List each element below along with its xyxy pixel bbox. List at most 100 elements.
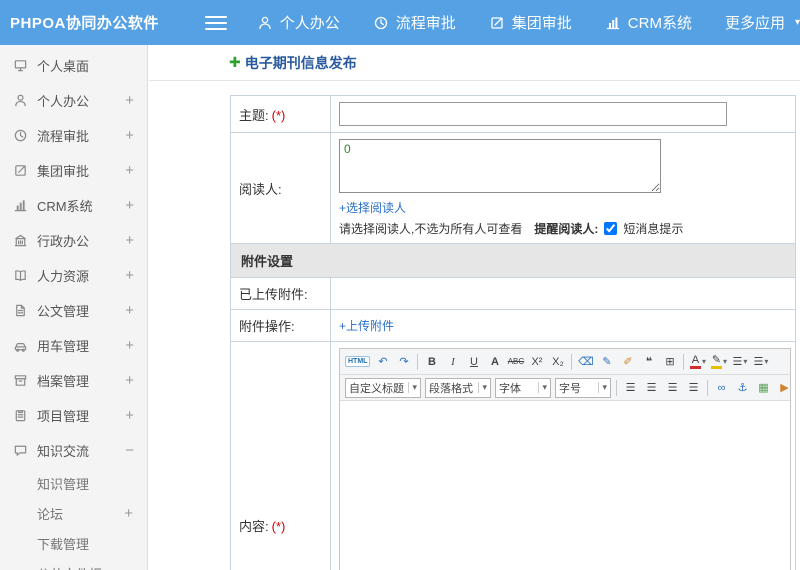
caret-down-icon: ▾ [478, 382, 487, 393]
insert-link-button[interactable]: ∞ [712, 378, 731, 397]
subscript-button[interactable]: X₂ [548, 352, 567, 371]
page-header: ✚ 电子期刊信息发布 [149, 45, 800, 81]
anchor-button[interactable]: ⚓ [733, 378, 752, 397]
align-center-button[interactable]: ☰ [642, 378, 661, 397]
attachment-op-label-cell: 附件操作: [230, 309, 331, 342]
insert-image-button[interactable]: ▦ [754, 378, 773, 397]
book-icon [13, 268, 28, 283]
readers-textarea[interactable]: 0 [339, 139, 661, 193]
expand-sign: + [125, 407, 134, 424]
nav-workflow-approval[interactable]: 流程审批 [373, 12, 456, 33]
content-label: 内容: [239, 518, 269, 534]
format-brush-button[interactable]: ✎ [597, 352, 616, 371]
font-style-button[interactable]: A [485, 352, 504, 371]
caret-down-icon: ▾ [701, 357, 706, 366]
html-source-button[interactable]: HTML [344, 352, 371, 371]
highlight-color-button[interactable]: ✎ ▾ [709, 352, 728, 371]
uploaded-attachments-cell [330, 277, 796, 310]
underline-button[interactable]: U [464, 352, 483, 371]
sms-notify-label: 短消息提示 [623, 222, 684, 236]
italic-button[interactable]: I [443, 352, 462, 371]
sidebar-item-personal-office[interactable]: 个人办公 + [0, 83, 147, 118]
content-editor-cell: HTML ↶ ↷ B I U A ABC X² X₂ ⌫ ✎ ✐ ❝ ⊞ A ▾… [330, 341, 796, 570]
sidebar-item-vehicle-management[interactable]: 用车管理 + [0, 328, 147, 363]
align-right-button[interactable]: ☰ [663, 378, 682, 397]
main-content: ✚ 电子期刊信息发布 主题: (*) 阅读人: 0 +选择阅读人 请选择阅读人,… [149, 45, 800, 570]
numbered-list-button[interactable]: ☰ ▾ [751, 352, 770, 371]
nav-label: 个人办公 [279, 15, 340, 32]
nav-label: 集团审批 [511, 15, 572, 32]
clipboard-icon [13, 408, 28, 423]
custom-style-select[interactable]: 自定义标题 ▾ [345, 377, 421, 398]
nav-more-apps[interactable]: 更多应用 ▾ [725, 12, 800, 33]
sidebar-item-knowledge-exchange[interactable]: 知识交流 − [0, 433, 147, 468]
subject-input[interactable] [339, 102, 727, 126]
app-logo[interactable]: PHPOA协同办公软件 [0, 12, 189, 33]
insert-media-button[interactable]: ▶ [775, 378, 790, 397]
strikethrough-button[interactable]: ABC [506, 352, 525, 371]
desktop-icon [13, 58, 28, 73]
bullet-list-button[interactable]: ☰ ▾ [730, 352, 749, 371]
nav-label: 流程审批 [395, 15, 456, 32]
undo-button[interactable]: ↶ [373, 352, 392, 371]
sidebar-subitem-forum[interactable]: 论坛 + [0, 498, 147, 528]
font-family-select[interactable]: 字体 ▾ [495, 377, 551, 398]
caret-down-icon: ▾ [598, 382, 607, 393]
clock-icon [13, 128, 28, 143]
bar-chart-icon [13, 198, 28, 213]
paint-button[interactable]: ✐ [618, 352, 637, 371]
sidebar-item-document-management[interactable]: 公文管理 + [0, 293, 147, 328]
align-left-button[interactable]: ☰ [621, 378, 640, 397]
toolbar-separator [616, 379, 617, 396]
sidebar-subitem-knowledge-management[interactable]: 知识管理 [0, 468, 147, 498]
custom-style-label: 自定义标题 [349, 382, 404, 395]
sidebar-item-personal-desktop[interactable]: 个人桌面 [0, 48, 147, 83]
numbered-list-icon: ☰ [753, 356, 764, 368]
toolbar-separator [571, 353, 573, 370]
align-justify-button[interactable]: ☰ [684, 378, 703, 397]
sidebar-item-label: 项目管理 [37, 409, 90, 424]
sidebar-subitem-label: 公共文件柜 [37, 564, 133, 570]
superscript-button[interactable]: X² [527, 352, 546, 371]
paragraph-format-select[interactable]: 段落格式 ▾ [425, 377, 491, 398]
sidebar-subitem-public-file-cabinet[interactable]: 公共文件柜 [0, 558, 147, 570]
sidebar-item-label: 流程审批 [37, 129, 90, 144]
sidebar-subitem-label: 知识管理 [37, 476, 90, 492]
sidebar-item-group-approval[interactable]: 集团审批 + [0, 153, 147, 188]
uploaded-attachments-label: 已上传附件: [239, 287, 308, 302]
eraser-button[interactable]: ⌫ [576, 352, 595, 371]
expand-sign: + [125, 372, 134, 389]
sidebar: 个人桌面 个人办公 + 流程审批 + 集团审批 + CRM系统 + 行政办公 +… [0, 45, 148, 570]
readers-label: 阅读人: [239, 181, 282, 197]
document-icon [13, 303, 28, 318]
caret-down-icon: ▾ [538, 382, 547, 393]
bold-button[interactable]: B [422, 352, 441, 371]
sidebar-item-crm-system[interactable]: CRM系统 + [0, 188, 147, 223]
menu-toggle-icon[interactable] [205, 15, 227, 30]
blockquote-button[interactable]: ❝ [639, 352, 658, 371]
paragraph-format-label: 段落格式 [429, 382, 473, 395]
redo-button[interactable]: ↷ [394, 352, 413, 371]
editor-content-area[interactable] [340, 401, 790, 570]
nav-crm-system[interactable]: CRM系统 [605, 12, 692, 33]
nav-group-approval[interactable]: 集团审批 [489, 12, 572, 33]
sidebar-item-label: 知识交流 [37, 444, 90, 459]
highlight-color-icon: ✎ [710, 354, 722, 369]
sidebar-item-archive-management[interactable]: 档案管理 + [0, 363, 147, 398]
sidebar-subitem-download-management[interactable]: 下载管理 [0, 528, 147, 558]
sidebar-item-project-management[interactable]: 项目管理 + [0, 398, 147, 433]
table-button[interactable]: ⊞ [660, 352, 679, 371]
sidebar-item-admin-office[interactable]: 行政办公 + [0, 223, 147, 258]
top-header: PHPOA协同办公软件 个人办公 流程审批 集团审批 CRM系统 更多应用 ▾ [0, 0, 800, 45]
font-color-button[interactable]: A ▾ [688, 352, 707, 371]
sidebar-item-human-resources[interactable]: 人力资源 + [0, 258, 147, 293]
nav-personal-office[interactable]: 个人办公 [257, 12, 340, 33]
sidebar-item-workflow-approval[interactable]: 流程审批 + [0, 118, 147, 153]
sidebar-item-label: 档案管理 [37, 374, 90, 389]
select-readers-link[interactable]: +选择阅读人 [339, 201, 406, 215]
font-size-select[interactable]: 字号 ▾ [555, 377, 611, 398]
attachment-op-label: 附件操作: [239, 319, 295, 334]
sms-notify-checkbox[interactable] [604, 222, 618, 235]
upload-attachment-link[interactable]: +上传附件 [339, 319, 394, 333]
html-icon: HTML [345, 356, 371, 367]
